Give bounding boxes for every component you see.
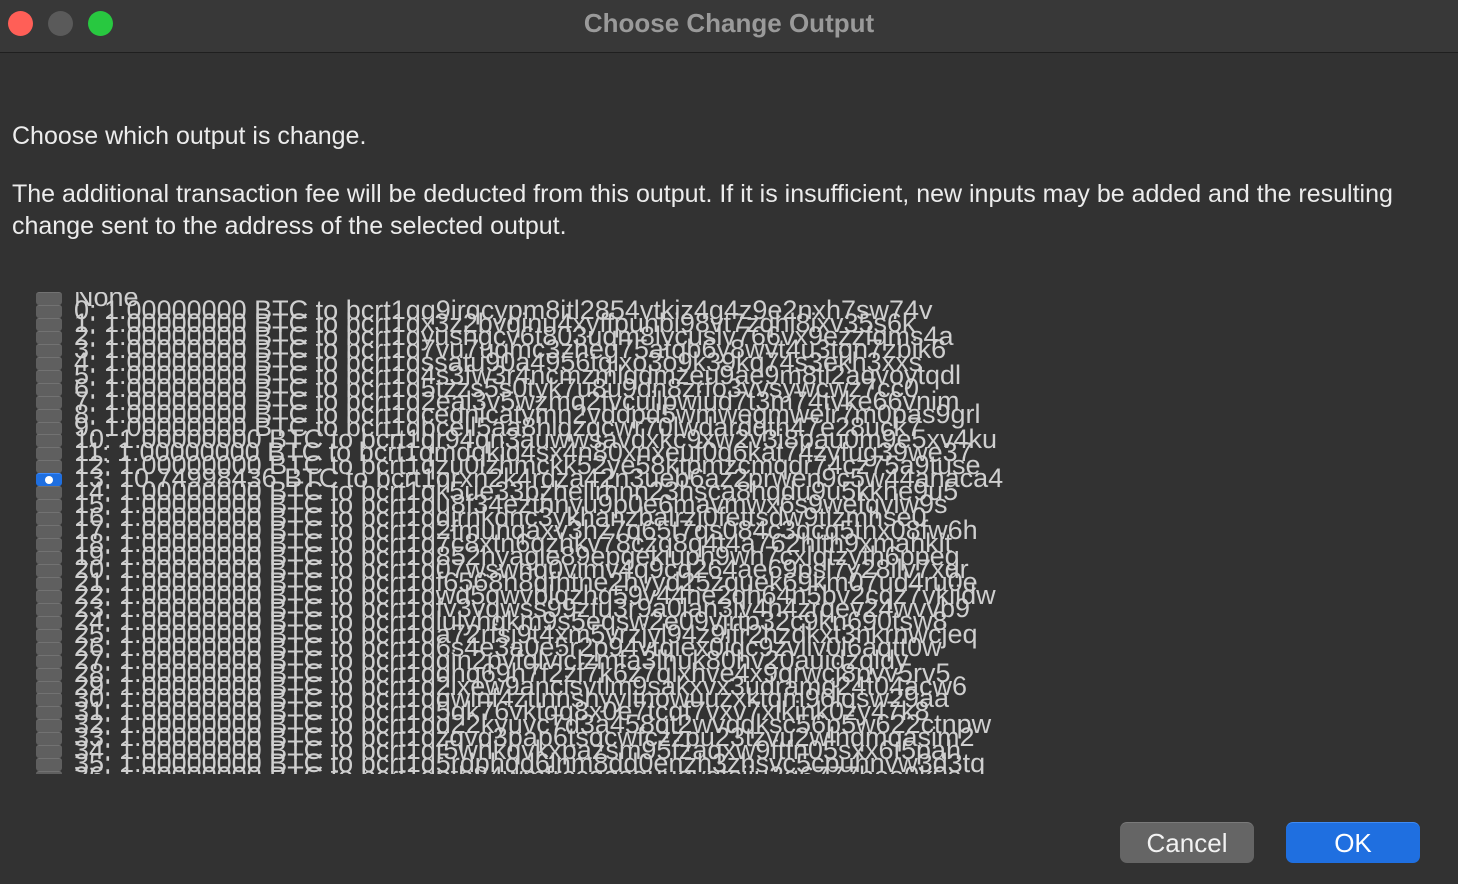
radio-button[interactable] (36, 317, 62, 331)
instruction-text: Choose which output is change. (12, 122, 367, 150)
radio-button[interactable] (36, 304, 62, 318)
radio-button[interactable] (36, 771, 62, 774)
radio-button[interactable] (36, 395, 62, 409)
title-bar: Choose Change Output (0, 0, 1458, 53)
radio-button[interactable] (36, 745, 62, 759)
radio-button-selected[interactable] (36, 473, 62, 487)
radio-button[interactable] (36, 538, 62, 552)
radio-button[interactable] (36, 343, 62, 357)
radio-button[interactable] (36, 654, 62, 668)
radio-button[interactable] (36, 602, 62, 616)
radio-button[interactable] (36, 589, 62, 603)
radio-button[interactable] (36, 525, 62, 539)
radio-button[interactable] (36, 421, 62, 435)
radio-button[interactable] (36, 434, 62, 448)
radio-button[interactable] (36, 680, 62, 694)
radio-button[interactable] (36, 641, 62, 655)
radio-button[interactable] (36, 667, 62, 681)
radio-button[interactable] (36, 330, 62, 344)
cancel-button[interactable]: Cancel (1120, 822, 1254, 863)
radio-button[interactable] (36, 486, 62, 500)
output-option-label: 36: 1.00000000 BTC to bcrt1qpth84wmfrccq… (74, 763, 961, 774)
radio-button[interactable] (36, 563, 62, 577)
radio-button[interactable] (36, 576, 62, 590)
fee-explanation-text: The additional transaction fee will be d… (12, 180, 1393, 240)
radio-button[interactable] (36, 693, 62, 707)
radio-button[interactable] (36, 551, 62, 564)
radio-button[interactable] (36, 758, 62, 772)
radio-button[interactable] (36, 615, 62, 629)
radio-button[interactable] (36, 408, 62, 422)
choose-change-output-dialog: Choose Change Output Choose which output… (0, 0, 1458, 884)
output-radio-list: None 0: 1.00000000 BTC to bcrt1qq9irqcypm… (36, 292, 1036, 774)
radio-button[interactable] (36, 292, 62, 305)
radio-button[interactable] (36, 382, 62, 396)
window-title: Choose Change Output (583, 8, 875, 38)
radio-button[interactable] (36, 369, 62, 383)
radio-button[interactable] (36, 499, 62, 513)
output-option[interactable]: 36: 1.00000000 BTC to bcrt1qpth84wmfrccq… (36, 763, 1036, 774)
radio-button[interactable] (36, 732, 62, 746)
ok-button[interactable]: OK (1286, 822, 1420, 863)
radio-button[interactable] (36, 628, 62, 642)
radio-button[interactable] (36, 356, 62, 370)
radio-button[interactable] (36, 447, 62, 461)
radio-button[interactable] (36, 512, 62, 526)
radio-button[interactable] (36, 706, 62, 720)
radio-button[interactable] (36, 719, 62, 733)
radio-button[interactable] (36, 460, 62, 474)
